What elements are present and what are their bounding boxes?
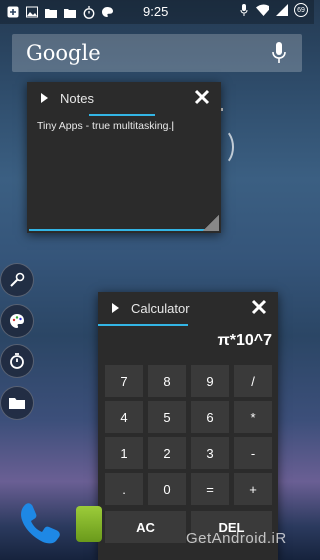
status-bar: 9:25 69 xyxy=(0,0,314,24)
key-0[interactable]: 0 xyxy=(148,473,186,505)
notes-title: Notes xyxy=(60,90,94,106)
pen-icon xyxy=(10,272,25,287)
close-icon[interactable] xyxy=(250,298,268,316)
key-multiply[interactable]: * xyxy=(234,401,272,433)
folder-icon xyxy=(9,398,25,409)
folder-icon xyxy=(63,6,76,18)
notes-title-underline xyxy=(89,114,155,116)
stopwatch-icon xyxy=(10,353,24,369)
key-divide[interactable]: / xyxy=(234,365,272,397)
key-2[interactable]: 2 xyxy=(148,437,186,469)
key-minus[interactable]: - xyxy=(234,437,272,469)
key-1[interactable]: 1 xyxy=(105,437,143,469)
wifi-icon xyxy=(256,4,269,16)
notes-text: Tiny Apps - true multitasking. xyxy=(37,120,172,132)
pen-dock-button[interactable] xyxy=(0,263,34,297)
calculator-title-bar[interactable]: Calculator xyxy=(98,292,278,324)
phone-icon[interactable] xyxy=(16,500,62,546)
calculator-display: π*10^7 xyxy=(217,332,272,349)
notes-text-area[interactable]: Tiny Apps - true multitasking.| xyxy=(27,114,221,138)
palette-icon xyxy=(101,6,114,18)
folder-dock-button[interactable] xyxy=(0,386,34,420)
resize-handle[interactable] xyxy=(203,215,219,231)
folder-icon xyxy=(44,6,57,18)
status-time: 9:25 xyxy=(143,4,169,19)
stopwatch-dock-button[interactable] xyxy=(0,344,34,378)
plus-icon xyxy=(6,6,19,18)
key-equals[interactable]: = xyxy=(191,473,229,505)
key-6[interactable]: 6 xyxy=(191,401,229,433)
watermark: GetAndroid.iR xyxy=(186,530,287,547)
google-search-bar[interactable]: Google xyxy=(12,34,302,72)
mic-icon[interactable] xyxy=(272,42,286,64)
key-clear[interactable]: AC xyxy=(105,511,186,543)
notes-title-bar[interactable]: Notes xyxy=(27,82,221,114)
stopwatch-icon xyxy=(82,5,95,19)
key-9[interactable]: 9 xyxy=(191,365,229,397)
calculator-window[interactable]: Calculator π*10^7 7 8 9 / 4 5 6 * 1 2 3 … xyxy=(98,292,278,560)
key-8[interactable]: 8 xyxy=(148,365,186,397)
signal-icon xyxy=(275,4,288,16)
calculator-title: Calculator xyxy=(131,300,190,316)
key-7[interactable]: 7 xyxy=(105,365,143,397)
image-icon xyxy=(25,6,38,18)
calculator-title-underline xyxy=(98,324,188,326)
play-icon[interactable] xyxy=(41,93,48,103)
palette-dock-button[interactable] xyxy=(0,304,34,338)
key-5[interactable]: 5 xyxy=(148,401,186,433)
key-decimal[interactable]: . xyxy=(105,473,143,505)
key-4[interactable]: 4 xyxy=(105,401,143,433)
notes-bottom-line xyxy=(29,229,205,231)
key-plus[interactable]: + xyxy=(234,473,272,505)
google-logo: Google xyxy=(26,41,101,65)
mic-icon xyxy=(237,4,250,16)
key-3[interactable]: 3 xyxy=(191,437,229,469)
app-icon[interactable] xyxy=(76,506,102,542)
palette-icon xyxy=(10,314,24,328)
battery-icon: 69 xyxy=(294,3,308,17)
notes-window[interactable]: Notes Tiny Apps - true multitasking.| xyxy=(27,82,221,233)
play-icon[interactable] xyxy=(112,303,119,313)
close-icon[interactable] xyxy=(193,88,211,106)
